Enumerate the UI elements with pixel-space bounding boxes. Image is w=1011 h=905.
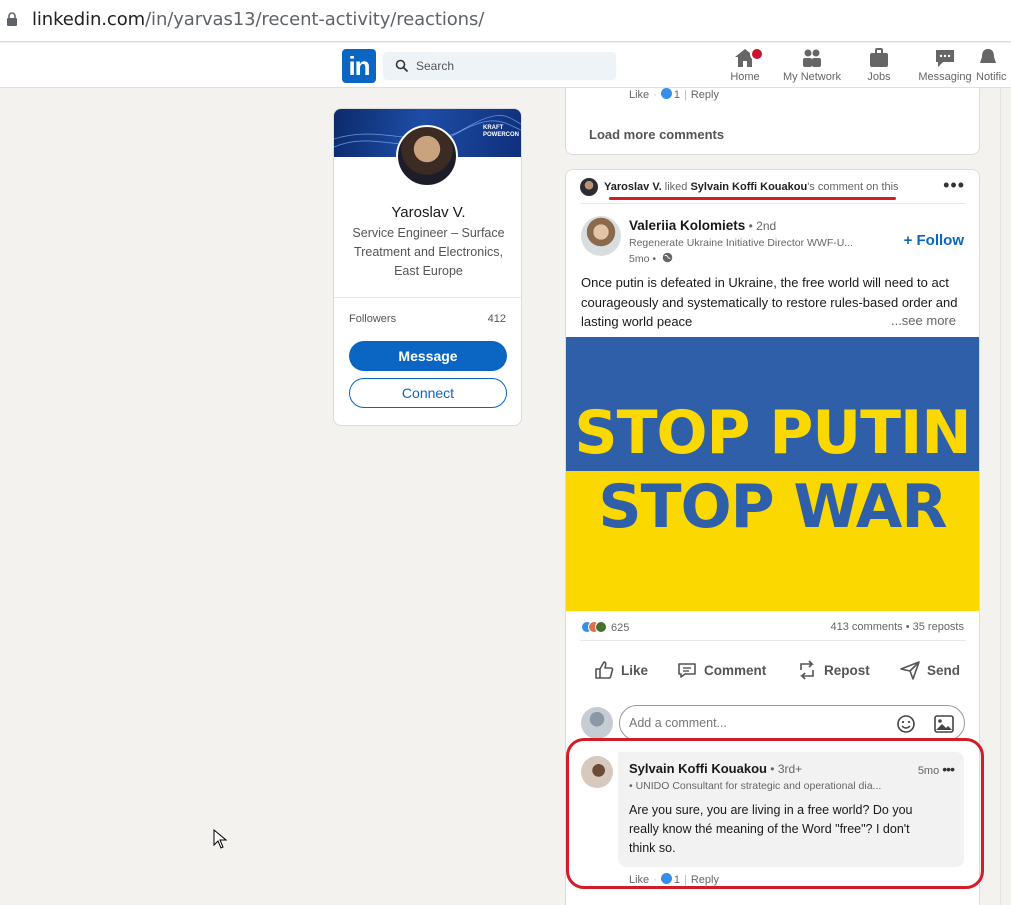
emoji-icon[interactable] [896,714,916,734]
nav-jobs[interactable]: Jobs [844,47,914,83]
author-degree: • 2nd [745,219,777,233]
nav-home[interactable]: Home [710,47,780,83]
like-button[interactable]: Like [593,659,648,681]
followers-label: Followers [349,313,397,325]
search-box[interactable]: Search [383,52,616,80]
post-time-row: 5mo • [629,252,673,265]
messaging-icon [936,50,954,67]
browser-address-bar[interactable]: linkedin.com/in/yarvas13/recent-activity… [0,0,1011,42]
send-icon [900,661,920,680]
profile-avatar[interactable] [396,125,458,187]
repost-icon [800,660,814,680]
activity-context: Yaroslav V. liked Sylvain Koffi Kouakou'… [580,178,899,196]
highlight-underline [609,197,896,200]
context-target[interactable]: Sylvain Koffi Kouakou [690,181,807,193]
prev-like-link[interactable]: Like [629,89,649,101]
context-tail: 's comment on this [807,180,899,193]
search-icon [395,59,409,73]
scrollbar[interactable] [1000,88,1011,905]
comment-placeholder: Add a comment... [629,716,727,730]
current-user-avatar [581,707,613,739]
globe-icon [662,252,673,263]
image-line-1: STOP PUTIN [574,398,971,468]
prev-comment-actions: Like · 1 | Reply [629,88,719,101]
nav-messaging-label: Messaging [918,71,972,83]
message-button[interactable]: Message [349,341,507,371]
url-text[interactable]: linkedin.com/in/yarvas13/recent-activity… [32,9,484,30]
like-label: Like [621,662,649,678]
author-name: Valeriia Kolomiets [629,218,746,233]
highlight-box [566,738,984,889]
previous-post-card: Like · 1 | Reply Load more comments [565,88,980,155]
load-more-comments-button[interactable]: Load more comments [589,127,724,142]
followers-count: 412 [487,313,506,325]
like-reaction-icon [660,88,672,99]
connect-button[interactable]: Connect [349,378,507,408]
post-image[interactable]: STOP PUTIN STOP WAR [566,337,979,611]
nav-messaging[interactable]: Messaging [910,47,980,83]
banner-logo: KRAFT POWERCON [483,125,519,138]
profile-divider [334,297,521,298]
mouse-cursor-icon [213,829,227,849]
thumbs-up-icon [595,661,614,679]
url-host: linkedin.com [32,9,146,30]
header-divider [580,203,966,204]
profile-name[interactable]: Yaroslav V. [334,204,521,221]
linkedin-logo[interactable]: in [342,49,376,83]
repost-button[interactable]: Repost [796,659,870,681]
context-verb: liked [661,180,691,193]
network-icon [803,49,821,67]
profile-card: KRAFT POWERCON Yaroslav V. Service Engin… [333,108,522,426]
bell-icon [980,49,996,63]
search-placeholder: Search [416,59,455,73]
url-path: /in/yarvas13/recent-activity/reactions/ [145,9,485,30]
comment-button[interactable]: Comment [676,659,766,681]
send-button[interactable]: Send [899,659,960,681]
top-nav: in Search Home My Network Jobs Messaging… [0,43,1011,88]
support-reaction-icon [595,621,607,633]
more-options-icon[interactable]: ••• [943,176,965,194]
nav-network-label: My Network [782,71,842,83]
comments-reposts-count[interactable]: 413 comments • 35 reposts [831,621,964,633]
see-more-link[interactable]: ...see more [890,313,956,328]
image-icon[interactable] [934,715,954,733]
prev-like-count: 1 [673,89,680,101]
repost-label: Repost [824,662,870,678]
nav-jobs-label: Jobs [867,71,891,83]
author-name-row[interactable]: Valeriia Kolomiets • 2nd [629,218,776,233]
nav-notifications-label: Notific [976,71,1007,83]
comment-label: Comment [704,662,767,678]
briefcase-icon [870,48,888,67]
prev-reply-link[interactable]: Reply [691,89,719,101]
reaction-count: 625 [611,622,630,634]
send-label: Send [927,662,961,678]
comment-input[interactable]: Add a comment... [619,705,965,741]
nav-home-label: Home [730,71,760,83]
author-avatar[interactable] [581,216,621,256]
nav-notifications[interactable]: Notific [976,47,1011,83]
context-actor[interactable]: Yaroslav V. [604,181,662,193]
lock-icon [7,12,17,26]
reaction-summary[interactable]: 625 [581,621,629,634]
image-line-2: STOP WAR [598,472,947,542]
actor-avatar [580,178,598,196]
actions-divider [580,640,966,641]
author-headline: Regenerate Ukraine Initiative Director W… [629,237,854,249]
notification-badge [750,47,764,61]
nav-my-network[interactable]: My Network [777,47,847,83]
profile-headline: Service Engineer – Surface Treatment and… [352,226,505,278]
post-time: 5mo • [629,253,657,265]
comment-icon [678,663,696,678]
follow-button[interactable]: + Follow [904,232,964,249]
